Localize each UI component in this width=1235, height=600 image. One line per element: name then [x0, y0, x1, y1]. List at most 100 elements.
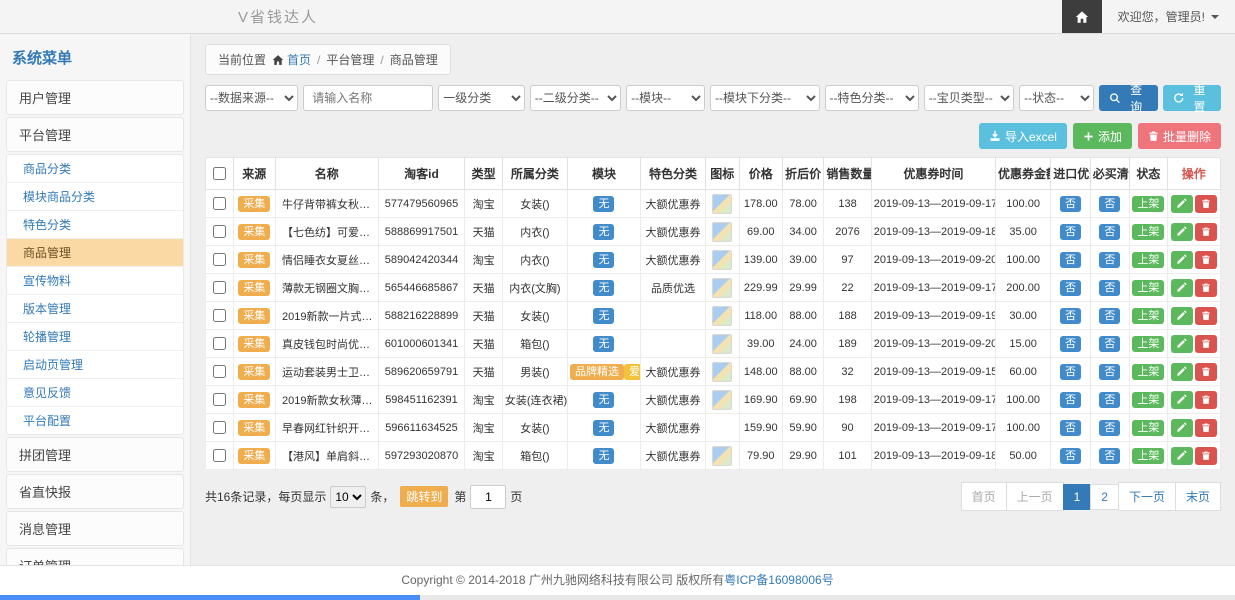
sidebar-subitem[interactable]: 轮播管理: [7, 323, 183, 351]
filter-item-type-select[interactable]: --宝贝类型--: [924, 85, 1014, 111]
status-badge[interactable]: 上架: [1132, 196, 1164, 212]
add-button[interactable]: 添加: [1073, 123, 1132, 149]
must-buy-badge[interactable]: 否: [1099, 364, 1120, 380]
page-button[interactable]: 下一页: [1118, 482, 1176, 511]
row-checkbox[interactable]: [213, 449, 226, 462]
delete-button[interactable]: [1195, 251, 1217, 269]
row-checkbox[interactable]: [213, 225, 226, 238]
edit-button[interactable]: [1171, 195, 1193, 213]
sidebar-subitem[interactable]: 宣传物料: [7, 267, 183, 295]
batch-delete-button[interactable]: 批量删除: [1138, 123, 1221, 149]
must-buy-badge[interactable]: 否: [1099, 280, 1120, 296]
search-button[interactable]: 查询: [1099, 85, 1157, 111]
import-optimal-badge[interactable]: 否: [1060, 196, 1081, 212]
filter-module-select[interactable]: --模块--: [626, 85, 705, 111]
delete-button[interactable]: [1195, 335, 1217, 353]
sidebar-item[interactable]: 消息管理: [6, 511, 184, 546]
page-button[interactable]: 2: [1090, 484, 1119, 510]
sidebar-item[interactable]: 平台管理: [6, 117, 184, 152]
breadcrumb-item[interactable]: 平台管理: [326, 51, 374, 68]
row-checkbox[interactable]: [213, 393, 226, 406]
status-badge[interactable]: 上架: [1132, 420, 1164, 436]
reset-button[interactable]: 重置: [1163, 85, 1221, 111]
sidebar-subitem[interactable]: 版本管理: [7, 295, 183, 323]
delete-button[interactable]: [1195, 279, 1217, 297]
edit-button[interactable]: [1171, 391, 1193, 409]
delete-button[interactable]: [1195, 363, 1217, 381]
must-buy-badge[interactable]: 否: [1099, 196, 1120, 212]
status-badge[interactable]: 上架: [1132, 392, 1164, 408]
edit-button[interactable]: [1171, 251, 1193, 269]
import-optimal-badge[interactable]: 否: [1060, 252, 1081, 268]
sidebar-subitem[interactable]: 平台配置: [7, 407, 183, 434]
scrollbar-thumb[interactable]: [0, 595, 420, 600]
status-badge[interactable]: 上架: [1132, 224, 1164, 240]
status-badge[interactable]: 上架: [1132, 252, 1164, 268]
page-button[interactable]: 首页: [961, 482, 1007, 511]
row-checkbox[interactable]: [213, 421, 226, 434]
sidebar-subitem[interactable]: 意见反馈: [7, 379, 183, 407]
must-buy-badge[interactable]: 否: [1099, 420, 1120, 436]
user-menu[interactable]: 欢迎您，管理员!: [1102, 8, 1235, 25]
row-checkbox[interactable]: [213, 281, 226, 294]
sidebar-subitem[interactable]: 启动页管理: [7, 351, 183, 379]
import-optimal-badge[interactable]: 否: [1060, 336, 1081, 352]
import-optimal-badge[interactable]: 否: [1060, 280, 1081, 296]
edit-button[interactable]: [1171, 279, 1193, 297]
filter-status-select[interactable]: --状态--: [1019, 85, 1094, 111]
select-all-checkbox[interactable]: [213, 167, 226, 180]
import-optimal-badge[interactable]: 否: [1060, 392, 1081, 408]
edit-button[interactable]: [1171, 223, 1193, 241]
sidebar-item[interactable]: 订单管理: [6, 548, 184, 566]
must-buy-badge[interactable]: 否: [1099, 392, 1120, 408]
home-button[interactable]: [1062, 0, 1102, 33]
must-buy-badge[interactable]: 否: [1099, 224, 1120, 240]
breadcrumb-home-link[interactable]: 首页: [272, 51, 311, 68]
sidebar-item[interactable]: 用户管理: [6, 80, 184, 115]
jump-to-button[interactable]: 跳转到: [400, 486, 448, 507]
row-checkbox[interactable]: [213, 197, 226, 210]
delete-button[interactable]: [1195, 195, 1217, 213]
filter-data-source-select[interactable]: --数据来源--: [205, 85, 298, 111]
filter-level1-category-select[interactable]: 一级分类: [438, 85, 525, 111]
delete-button[interactable]: [1195, 447, 1217, 465]
row-checkbox[interactable]: [213, 365, 226, 378]
delete-button[interactable]: [1195, 307, 1217, 325]
status-badge[interactable]: 上架: [1132, 280, 1164, 296]
status-badge[interactable]: 上架: [1132, 308, 1164, 324]
import-optimal-badge[interactable]: 否: [1060, 308, 1081, 324]
status-badge[interactable]: 上架: [1132, 448, 1164, 464]
import-optimal-badge[interactable]: 否: [1060, 224, 1081, 240]
status-badge[interactable]: 上架: [1132, 336, 1164, 352]
page-button[interactable]: 上一页: [1006, 482, 1064, 511]
delete-button[interactable]: [1195, 419, 1217, 437]
jump-page-input[interactable]: [470, 485, 506, 509]
delete-button[interactable]: [1195, 391, 1217, 409]
must-buy-badge[interactable]: 否: [1099, 308, 1120, 324]
sidebar-subitem[interactable]: 商品分类: [7, 155, 183, 183]
page-button[interactable]: 末页: [1175, 482, 1221, 511]
row-checkbox[interactable]: [213, 337, 226, 350]
edit-button[interactable]: [1171, 307, 1193, 325]
import-excel-button[interactable]: 导入excel: [979, 123, 1067, 149]
sidebar-item[interactable]: 拼团管理: [6, 437, 184, 472]
import-optimal-badge[interactable]: 否: [1060, 364, 1081, 380]
row-checkbox[interactable]: [213, 253, 226, 266]
edit-button[interactable]: [1171, 335, 1193, 353]
filter-name-input[interactable]: [303, 85, 433, 111]
per-page-select[interactable]: 10: [330, 486, 366, 508]
sidebar-subitem[interactable]: 模块商品分类: [7, 183, 183, 211]
sidebar-item[interactable]: 省直快报: [6, 474, 184, 509]
delete-button[interactable]: [1195, 223, 1217, 241]
filter-module-sub-select[interactable]: --模块下分类--: [710, 85, 820, 111]
must-buy-badge[interactable]: 否: [1099, 336, 1120, 352]
icp-link[interactable]: 粤ICP备16098006号: [724, 573, 833, 587]
page-button[interactable]: 1: [1063, 484, 1092, 510]
status-badge[interactable]: 上架: [1132, 364, 1164, 380]
edit-button[interactable]: [1171, 447, 1193, 465]
filter-level2-category-select[interactable]: --二级分类--: [530, 85, 621, 111]
edit-button[interactable]: [1171, 419, 1193, 437]
must-buy-badge[interactable]: 否: [1099, 448, 1120, 464]
must-buy-badge[interactable]: 否: [1099, 252, 1120, 268]
row-checkbox[interactable]: [213, 309, 226, 322]
